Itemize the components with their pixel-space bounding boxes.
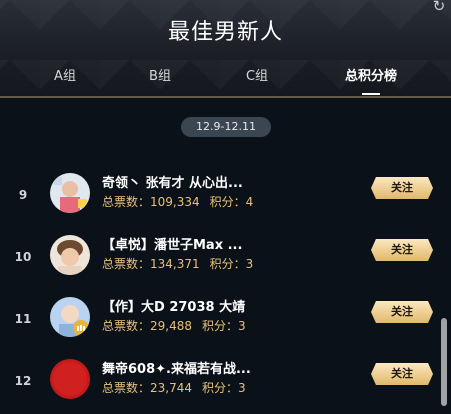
user-stats: 总票数：29,488 积分：3 [102, 317, 246, 334]
rank-number: 11 [14, 312, 32, 326]
total-votes: 总票数：109,334 [102, 195, 200, 209]
list-item: 10 【卓悦】潘世子Max ... 总票数：134,371 积分：3 关注 [0, 230, 451, 290]
score: 积分：3 [202, 381, 246, 395]
user-stats: 总票数：134,371 积分：3 [102, 255, 253, 272]
active-tab-indicator [362, 93, 380, 95]
tab-group-b[interactable]: B组 [115, 62, 205, 92]
refresh-icon[interactable]: ↻ [431, 0, 447, 14]
page-title: 最佳男新人 [167, 20, 283, 45]
follow-button[interactable]: 关注 [371, 363, 433, 385]
total-votes: 总票数：134,371 [102, 257, 200, 271]
user-name: 奇领丶 张有才 从心出... [102, 176, 243, 191]
total-votes: 总票数：23,744 [102, 381, 192, 395]
score: 积分：4 [209, 195, 254, 209]
rank-number: 9 [18, 188, 28, 202]
list-item: 9 奇领丶 张有才 从心出... 总票数：109,334 积分：4 关注 [0, 168, 451, 228]
rank-number: 10 [14, 250, 32, 264]
user-stats: 总票数：23,744 积分：3 [102, 379, 246, 396]
date-range-badge: 12.9-12.11 [181, 117, 271, 137]
user-name: 【作】大D 27038 大靖 [102, 300, 246, 315]
tab-total-ranking[interactable]: 总积分榜 [326, 62, 416, 92]
avatar[interactable] [50, 173, 90, 213]
follow-button[interactable]: 关注 [371, 177, 433, 199]
tab-bar: A组 B组 C组 总积分榜 [0, 62, 451, 92]
header-divider [0, 96, 451, 98]
header: 最佳男新人 ↻ A组 B组 C组 总积分榜 [0, 0, 451, 98]
score: 积分：3 [209, 257, 254, 271]
follow-button[interactable]: 关注 [371, 239, 433, 261]
total-votes: 总票数：29,488 [102, 319, 192, 333]
avatar[interactable] [50, 235, 90, 275]
score: 积分：3 [202, 319, 246, 333]
tab-group-a[interactable]: A组 [20, 62, 110, 92]
tab-group-c[interactable]: C组 [212, 62, 302, 92]
user-name: 舞帝608✦.来福若有战... [102, 362, 251, 377]
list-item: 11 【作】大D 27038 大靖 总票数：29,488 积分：3 关注 [0, 292, 451, 352]
scrollbar[interactable] [441, 318, 447, 406]
user-stats: 总票数：109,334 积分：4 [102, 193, 253, 210]
avatar[interactable] [50, 297, 90, 337]
follow-button[interactable]: 关注 [371, 301, 433, 323]
user-name: 【卓悦】潘世子Max ... [102, 238, 243, 253]
avatar[interactable] [50, 359, 90, 399]
rank-number: 12 [14, 374, 32, 388]
list-item: 12 舞帝608✦.来福若有战... 总票数：23,744 积分：3 关注 [0, 354, 451, 414]
